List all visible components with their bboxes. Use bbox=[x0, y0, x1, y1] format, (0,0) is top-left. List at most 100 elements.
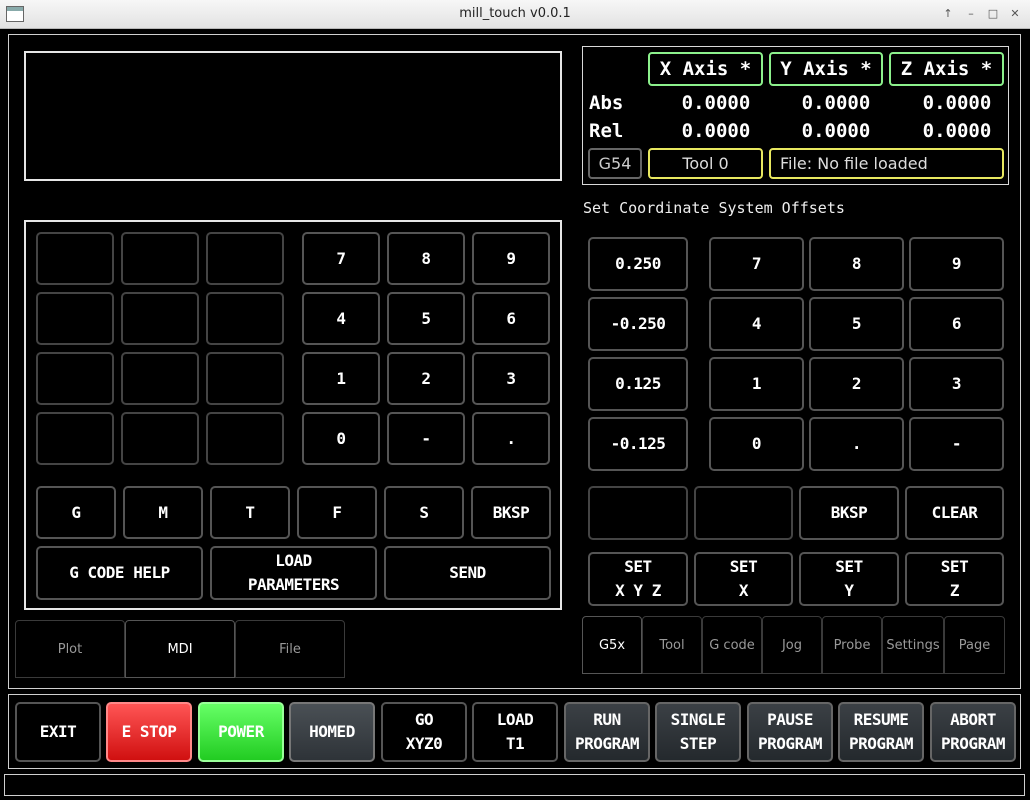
resume-program-button[interactable]: RESUME PROGRAM bbox=[838, 702, 924, 762]
maximize-icon[interactable]: □ bbox=[986, 7, 1000, 21]
mdi-key-m[interactable]: M bbox=[123, 486, 203, 539]
window-title: mill_touch v0.0.1 bbox=[459, 6, 571, 21]
mdi-blank-key[interactable] bbox=[36, 232, 114, 285]
rel-z-value: 0.0000 bbox=[922, 120, 992, 142]
offset-preset-button[interactable]: 0.250 bbox=[588, 237, 688, 291]
mdi-key-g[interactable]: G bbox=[36, 486, 116, 539]
abs-y-value: 0.0000 bbox=[801, 92, 871, 114]
close-icon[interactable]: ✕ bbox=[1008, 7, 1022, 21]
load-t1-button[interactable]: LOAD T1 bbox=[472, 702, 558, 762]
mdi-display bbox=[24, 51, 562, 181]
mdi-key-f[interactable]: F bbox=[297, 486, 377, 539]
tab-plot[interactable]: Plot bbox=[15, 620, 125, 678]
offset-preset-button[interactable]: 0.125 bbox=[588, 357, 688, 411]
offset-key-9[interactable]: 9 bbox=[909, 237, 1004, 291]
homed-button[interactable]: HOMED bbox=[289, 702, 375, 762]
go-xyz0-button[interactable]: GO XYZ0 bbox=[381, 702, 467, 762]
status-bar bbox=[4, 774, 1025, 796]
offset-key-2[interactable]: 2 bbox=[809, 357, 904, 411]
coord-system-badge: G54 bbox=[588, 148, 642, 179]
offset-key-dot[interactable]: . bbox=[809, 417, 904, 471]
title-bar: mill_touch v0.0.1 ↑ – □ ✕ bbox=[0, 0, 1030, 29]
keep-above-icon[interactable]: ↑ bbox=[941, 7, 955, 21]
mdi-key-2[interactable]: 2 bbox=[387, 352, 465, 405]
mdi-key-minus[interactable]: - bbox=[387, 412, 465, 465]
tab-page[interactable]: Page bbox=[944, 616, 1005, 674]
offset-clear-button[interactable]: CLEAR bbox=[905, 486, 1004, 540]
mdi-key-8[interactable]: 8 bbox=[387, 232, 465, 285]
mdi-key-6[interactable]: 6 bbox=[472, 292, 550, 345]
load-parameters-button[interactable]: LOAD PARAMETERS bbox=[210, 546, 377, 600]
mdi-blank-key[interactable] bbox=[36, 412, 114, 465]
y-axis-header[interactable]: Y Axis * bbox=[769, 52, 883, 86]
mdi-key-3[interactable]: 3 bbox=[472, 352, 550, 405]
abort-program-button[interactable]: ABORT PROGRAM bbox=[930, 702, 1016, 762]
mdi-blank-key[interactable] bbox=[121, 232, 199, 285]
offset-key-1[interactable]: 1 bbox=[709, 357, 804, 411]
pause-program-button[interactable]: PAUSE PROGRAM bbox=[747, 702, 833, 762]
abs-x-value: 0.0000 bbox=[681, 92, 751, 114]
tab-tool[interactable]: Tool bbox=[642, 616, 702, 674]
offset-key-5[interactable]: 5 bbox=[809, 297, 904, 351]
offset-key-3[interactable]: 3 bbox=[909, 357, 1004, 411]
mdi-blank-key[interactable] bbox=[121, 352, 199, 405]
mdi-key-bksp[interactable]: BKSP bbox=[471, 486, 551, 539]
tab-mdi[interactable]: MDI bbox=[125, 620, 235, 678]
tab-file[interactable]: File bbox=[235, 620, 345, 678]
mdi-key-7[interactable]: 7 bbox=[302, 232, 380, 285]
set-y-button[interactable]: SET Y bbox=[799, 552, 899, 606]
mdi-blank-key[interactable] bbox=[206, 232, 284, 285]
z-axis-header[interactable]: Z Axis * bbox=[889, 52, 1004, 86]
mdi-blank-key[interactable] bbox=[36, 352, 114, 405]
offset-preset-button[interactable]: -0.125 bbox=[588, 417, 688, 471]
offset-blank-key[interactable] bbox=[694, 486, 793, 540]
mdi-key-0[interactable]: 0 bbox=[302, 412, 380, 465]
e-stop-button[interactable]: E STOP bbox=[106, 702, 192, 762]
minimize-icon[interactable]: – bbox=[964, 7, 978, 21]
tab-probe[interactable]: Probe bbox=[822, 616, 882, 674]
single-step-button[interactable]: SINGLE STEP bbox=[655, 702, 741, 762]
offset-key-0[interactable]: 0 bbox=[709, 417, 804, 471]
file-status: File: No file loaded bbox=[769, 148, 1004, 179]
mdi-key-s[interactable]: S bbox=[384, 486, 464, 539]
rel-y-value: 0.0000 bbox=[801, 120, 871, 142]
power-button[interactable]: POWER bbox=[198, 702, 284, 762]
mdi-blank-key[interactable] bbox=[206, 412, 284, 465]
mdi-blank-key[interactable] bbox=[121, 292, 199, 345]
exit-button[interactable]: EXIT bbox=[15, 702, 101, 762]
offset-key-minus[interactable]: - bbox=[909, 417, 1004, 471]
mdi-key-5[interactable]: 5 bbox=[387, 292, 465, 345]
abs-label: Abs bbox=[589, 92, 624, 114]
set-x-button[interactable]: SET X bbox=[694, 552, 793, 606]
mdi-key-1[interactable]: 1 bbox=[302, 352, 380, 405]
offset-key-6[interactable]: 6 bbox=[909, 297, 1004, 351]
send-button[interactable]: SEND bbox=[384, 546, 551, 600]
set-xyz-button[interactable]: SET X Y Z bbox=[588, 552, 688, 606]
mdi-blank-key[interactable] bbox=[36, 292, 114, 345]
g-code-help-button[interactable]: G CODE HELP bbox=[36, 546, 203, 600]
mdi-key-t[interactable]: T bbox=[210, 486, 290, 539]
tab-g5x[interactable]: G5x bbox=[582, 616, 642, 674]
offset-key-4[interactable]: 4 bbox=[709, 297, 804, 351]
mdi-blank-key[interactable] bbox=[121, 412, 199, 465]
rel-label: Rel bbox=[589, 120, 624, 142]
rel-x-value: 0.0000 bbox=[681, 120, 751, 142]
mdi-blank-key[interactable] bbox=[206, 352, 284, 405]
mdi-blank-key[interactable] bbox=[206, 292, 284, 345]
offset-preset-button[interactable]: -0.250 bbox=[588, 297, 688, 351]
run-program-button[interactable]: RUN PROGRAM bbox=[564, 702, 650, 762]
set-z-button[interactable]: SET Z bbox=[905, 552, 1004, 606]
tab-jog[interactable]: Jog bbox=[762, 616, 822, 674]
offset-key-8[interactable]: 8 bbox=[809, 237, 904, 291]
mdi-key-4[interactable]: 4 bbox=[302, 292, 380, 345]
x-axis-header[interactable]: X Axis * bbox=[648, 52, 763, 86]
offset-blank-key[interactable] bbox=[588, 486, 688, 540]
tool-status: Tool 0 bbox=[648, 148, 763, 179]
offset-key-7[interactable]: 7 bbox=[709, 237, 804, 291]
offset-backspace-button[interactable]: BKSP bbox=[799, 486, 899, 540]
offsets-heading: Set Coordinate System Offsets bbox=[583, 199, 845, 217]
mdi-key-9[interactable]: 9 bbox=[472, 232, 550, 285]
tab-settings[interactable]: Settings bbox=[882, 616, 944, 674]
tab-g-code[interactable]: G code bbox=[702, 616, 762, 674]
mdi-key-dot[interactable]: . bbox=[472, 412, 550, 465]
